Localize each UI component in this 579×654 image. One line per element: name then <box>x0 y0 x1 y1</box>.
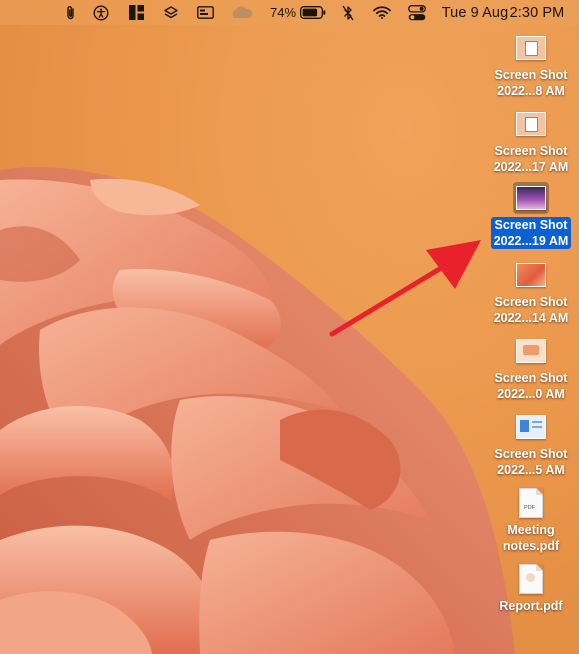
file-label[interactable]: Meeting notes.pdf <box>500 522 562 554</box>
file-thumbnail[interactable] <box>513 32 549 64</box>
desktop-file-pdf[interactable]: PDF Meeting notes.pdf <box>483 487 579 554</box>
paperclip-icon[interactable] <box>62 0 80 25</box>
desktop-file-screenshot[interactable]: Screen Shot 2022...14 AM <box>483 259 579 326</box>
file-label[interactable]: Screen Shot 2022...8 AM <box>492 67 571 99</box>
screenshot-thumbnail-icon <box>516 263 546 287</box>
file-thumbnail[interactable] <box>513 563 549 595</box>
battery-percent-text: 74% <box>269 5 297 20</box>
desktop-file-screenshot[interactable]: Screen Shot 2022...0 AM <box>483 335 579 402</box>
screenshot-thumbnail-icon <box>516 415 546 439</box>
file-name-line1: Screen Shot <box>494 68 568 82</box>
file-name-line2: 2022...14 AM <box>493 311 569 325</box>
file-name-line1: Meeting <box>507 523 555 537</box>
control-center-icon[interactable] <box>405 0 429 25</box>
desktop-file-pdf[interactable]: Report.pdf <box>483 563 579 614</box>
pdf-tag: PDF <box>524 505 535 511</box>
accessibility-icon[interactable] <box>91 0 111 25</box>
battery-icon[interactable] <box>299 0 327 25</box>
desktop-file-screenshot[interactable]: Screen Shot 2022...17 AM <box>483 108 579 175</box>
menu-bar: 74% Tue 9 Aug 2:30 PM <box>0 0 579 25</box>
file-label[interactable]: Report.pdf <box>496 598 565 614</box>
bluetooth-off-icon[interactable] <box>339 0 357 25</box>
file-label[interactable]: Screen Shot 2022...0 AM <box>492 370 571 402</box>
screenshot-thumbnail-icon <box>516 186 546 210</box>
file-thumbnail[interactable] <box>513 411 549 443</box>
file-name-line2: 2022...5 AM <box>497 463 565 477</box>
menu-date[interactable]: Tue 9 Aug <box>441 0 509 25</box>
file-name-line1: Screen Shot <box>494 218 568 232</box>
desktop-file-screenshot-selected[interactable]: Screen Shot 2022...19 AM <box>483 182 579 249</box>
file-label[interactable]: Screen Shot 2022...17 AM <box>491 143 572 175</box>
cloud-icon[interactable] <box>228 0 256 25</box>
window-layout-icon[interactable] <box>126 0 146 25</box>
file-name-line2: 2022...8 AM <box>497 84 565 98</box>
screenshot-thumbnail-icon <box>516 112 546 136</box>
file-name-line2: 2022...19 AM <box>493 234 569 248</box>
file-thumbnail[interactable]: PDF <box>513 487 549 519</box>
file-thumbnail[interactable] <box>513 108 549 140</box>
menu-time[interactable]: 2:30 PM <box>507 0 567 25</box>
battery-percent: 74% <box>269 0 297 25</box>
date-text: Tue 9 Aug <box>441 4 509 21</box>
wifi-icon[interactable] <box>371 0 393 25</box>
file-thumbnail[interactable] <box>513 182 549 214</box>
file-name-line1: Screen Shot <box>494 371 568 385</box>
desktop-file-screenshot[interactable]: Screen Shot 2022...5 AM <box>483 411 579 478</box>
file-label[interactable]: Screen Shot 2022...14 AM <box>491 294 572 326</box>
file-name-line2: 2022...17 AM <box>493 160 569 174</box>
file-thumbnail[interactable] <box>513 335 549 367</box>
screenshot-thumbnail-icon <box>516 339 546 363</box>
screen-share-icon[interactable] <box>194 0 216 25</box>
file-name-line2: 2022...0 AM <box>497 387 565 401</box>
file-thumbnail[interactable] <box>513 259 549 291</box>
file-name-line1: Screen Shot <box>494 447 568 461</box>
desktop[interactable]: 74% Tue 9 Aug 2:30 PM Screen Shot 2022..… <box>0 0 579 654</box>
pdf-document-icon <box>519 564 543 594</box>
file-name-line2: notes.pdf <box>502 539 560 553</box>
pdf-document-icon: PDF <box>519 488 543 518</box>
file-name-line1: Report.pdf <box>499 599 563 613</box>
desktop-file-screenshot[interactable]: Screen Shot 2022...8 AM <box>483 32 579 99</box>
layers-icon[interactable] <box>161 0 181 25</box>
file-name-line1: Screen Shot <box>494 144 568 158</box>
screenshot-thumbnail-icon <box>516 36 546 60</box>
file-label[interactable]: Screen Shot 2022...5 AM <box>492 446 571 478</box>
file-label-selected[interactable]: Screen Shot 2022...19 AM <box>490 217 572 249</box>
time-text: 2:30 PM <box>509 4 565 21</box>
file-name-line1: Screen Shot <box>494 295 568 309</box>
